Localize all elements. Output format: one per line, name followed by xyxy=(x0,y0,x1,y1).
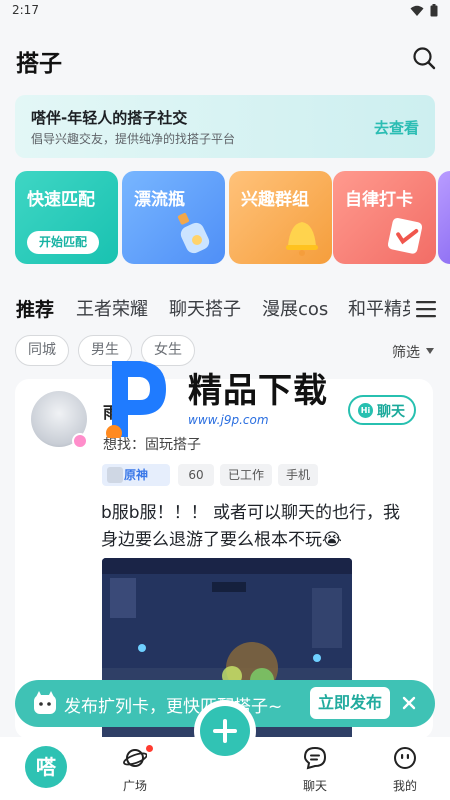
publish-now-button[interactable]: 立即发布 xyxy=(310,687,390,719)
filter-chip-same-city[interactable]: 同城 xyxy=(15,335,69,366)
post-looking-for: 想找：固玩搭子 xyxy=(103,437,201,453)
checkin-icon xyxy=(387,217,423,254)
notification-dot xyxy=(146,745,153,752)
bell-icon xyxy=(286,222,318,256)
close-icon[interactable] xyxy=(399,693,419,713)
filter-bar: 同城 男生 女生 筛选 xyxy=(0,335,450,367)
tag-platform: 手机 xyxy=(278,464,318,486)
tag-label: 原神 xyxy=(124,468,149,482)
menu-icon[interactable] xyxy=(416,300,436,318)
status-time: 2:17 xyxy=(12,3,39,17)
feature-label: 漂流瓶 xyxy=(134,190,185,210)
banner-title: 嗒伴-年轻人的搭子社交 xyxy=(31,109,188,127)
status-bar: 2:17 xyxy=(0,0,450,22)
post-text: b服b服！！！ 或者可以聊天的也行，我身边要么退游了要么根本不玩😭 xyxy=(101,503,400,550)
nav-square[interactable]: 广场 xyxy=(95,737,175,800)
status-icons xyxy=(410,4,438,17)
start-match-button[interactable]: 开始匹配 xyxy=(27,231,99,254)
home-logo-icon: 嗒 xyxy=(25,746,67,788)
nav-label: 广场 xyxy=(122,779,147,793)
tag-level: 60 xyxy=(178,464,214,486)
banner-subtitle: 倡导兴趣交友，提供纯净的找搭子平台 xyxy=(31,132,236,146)
feature-label: 自律打卡 xyxy=(345,190,413,210)
chat-button[interactable]: Hi 聊天 xyxy=(348,395,416,425)
chat-bubble-icon: Hi xyxy=(358,403,373,418)
tab-recommend[interactable]: 推荐 xyxy=(16,295,54,322)
header: 搭子 xyxy=(0,22,450,92)
battery-icon xyxy=(430,4,438,17)
chat-icon xyxy=(303,746,327,770)
tab-peace-elite[interactable]: 和平精英 xyxy=(348,295,410,321)
tag-status: 已工作 xyxy=(220,464,272,486)
tab-honor-of-kings[interactable]: 王者荣耀 xyxy=(76,295,148,321)
quick-match-card[interactable]: 快速匹配 开始匹配 xyxy=(15,171,118,264)
chat-button-label: 聊天 xyxy=(377,404,405,420)
face-icon xyxy=(394,747,416,769)
tag-game: 原神 xyxy=(102,464,170,486)
caret-down-icon xyxy=(426,348,434,354)
feature-label: 兴趣群组 xyxy=(241,190,309,210)
wifi-icon xyxy=(410,5,424,16)
mascot-icon xyxy=(34,691,56,714)
drift-bottle-card[interactable]: 漂流瓶 xyxy=(122,171,225,264)
nav-chat[interactable]: 聊天 xyxy=(275,737,355,800)
nav-home[interactable]: 嗒 xyxy=(5,737,85,800)
filter-chip-female[interactable]: 女生 xyxy=(141,335,195,366)
nav-me[interactable]: 我的 xyxy=(365,737,445,800)
bottle-icon xyxy=(177,213,210,254)
nav-label: 我的 xyxy=(392,779,417,793)
group-card[interactable]: 组 xyxy=(438,171,450,264)
game-icon xyxy=(107,467,123,483)
nav-label: 聊天 xyxy=(302,779,327,793)
filter-chip-male[interactable]: 男生 xyxy=(78,335,132,366)
feature-label: 快速匹配 xyxy=(27,190,95,210)
self-discipline-card[interactable]: 自律打卡 xyxy=(333,171,436,264)
promo-text: 发布扩列卡，更快匹配搭子~ xyxy=(64,697,283,717)
filter-dropdown[interactable]: 筛选 xyxy=(392,342,420,362)
planet-icon xyxy=(123,749,147,767)
publish-button[interactable] xyxy=(200,706,250,756)
tab-comic-cos[interactable]: 漫展cos xyxy=(262,295,328,321)
category-tabs: 推荐 王者荣耀 聊天搭子 漫展cos 和平精英 xyxy=(0,290,450,326)
promo-banner[interactable]: 嗒伴-年轻人的搭子社交 倡导兴趣交友，提供纯净的找搭子平台 去查看 xyxy=(15,95,435,158)
feature-cards: 快速匹配 开始匹配 漂流瓶 兴趣群组 自律打卡 组 xyxy=(15,171,450,264)
interest-group-card[interactable]: 兴趣群组 xyxy=(229,171,332,264)
gender-badge-icon xyxy=(72,433,88,449)
banner-view-link[interactable]: 去查看 xyxy=(374,117,419,138)
tab-chat-partner[interactable]: 聊天搭子 xyxy=(169,295,241,321)
post-username[interactable]: 雨 xyxy=(103,399,119,423)
search-icon[interactable] xyxy=(412,46,436,70)
plus-icon-vertical xyxy=(223,719,227,743)
page-title: 搭子 xyxy=(16,51,62,77)
